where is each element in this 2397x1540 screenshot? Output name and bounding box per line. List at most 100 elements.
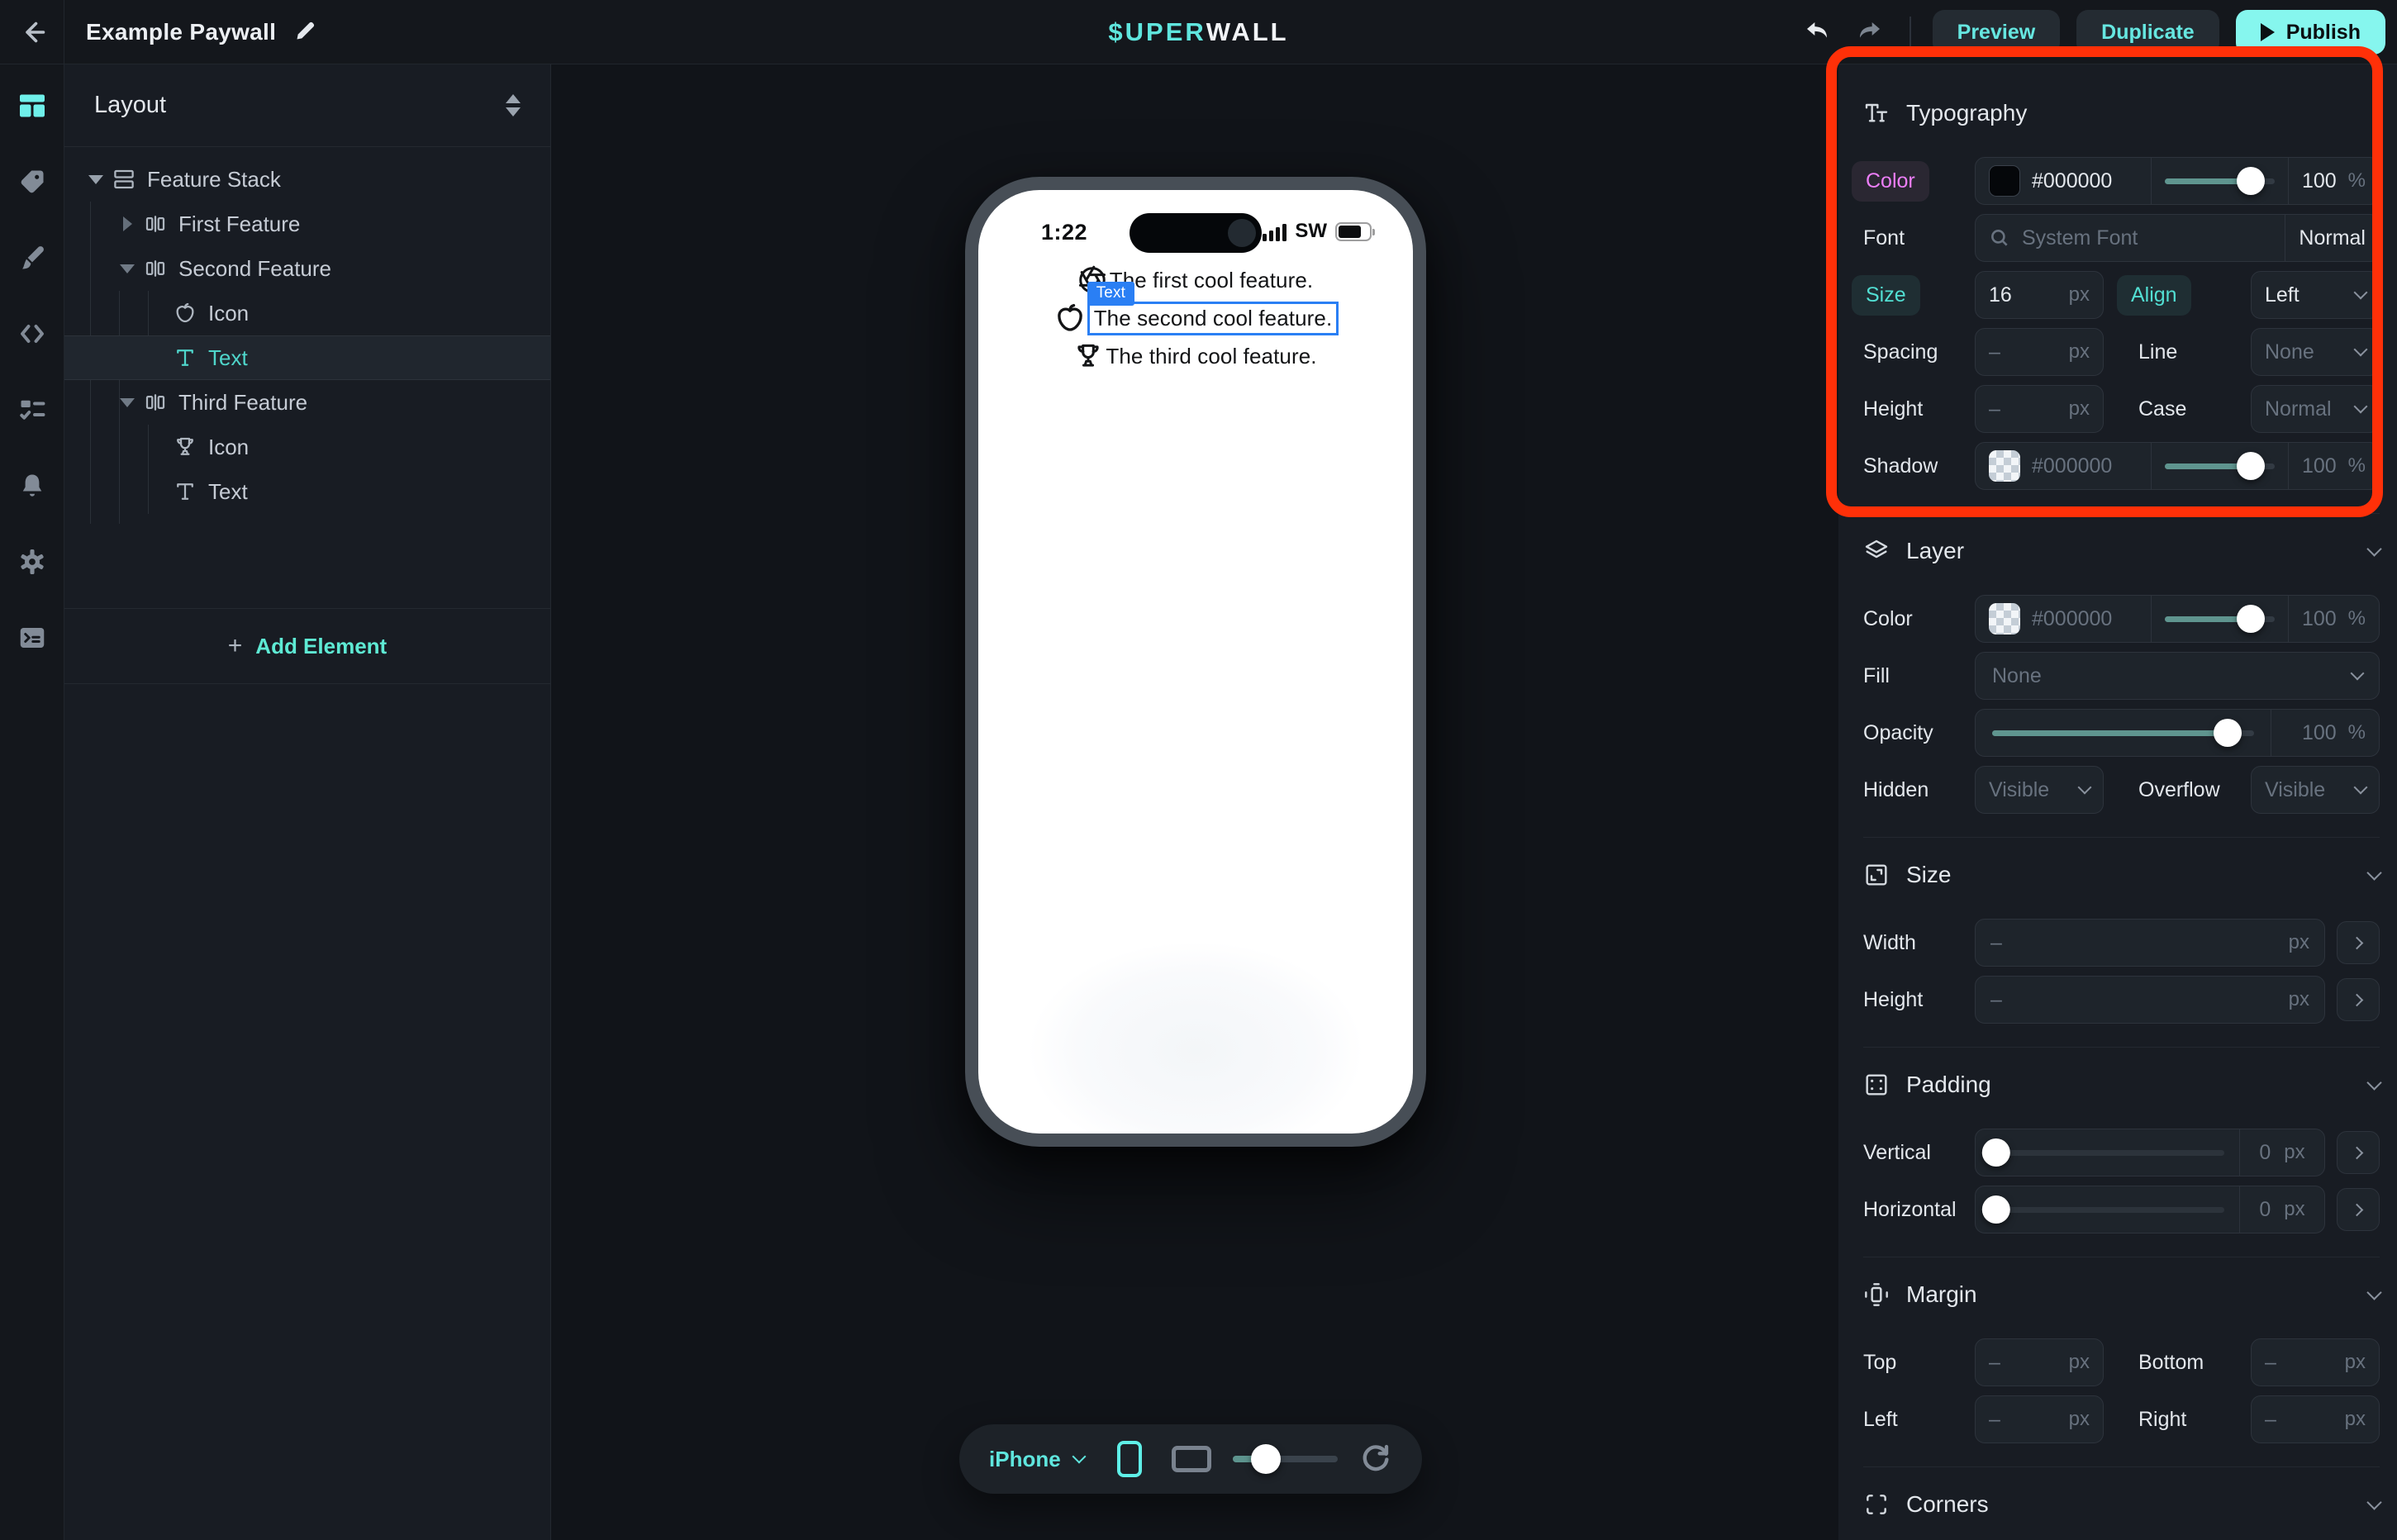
caret-down-icon[interactable] [114,398,140,407]
typography-header[interactable]: Typography [1863,88,2380,139]
shadow-opacity-slider[interactable] [2165,463,2275,469]
duplicate-button[interactable]: Duplicate [2076,10,2219,55]
spacing-input[interactable]: px [1975,328,2104,376]
horizontal-padding-slider[interactable] [1990,1207,2224,1213]
caret-down-icon[interactable] [114,264,140,273]
width-input[interactable]: px [1975,919,2325,967]
color-opacity-slider[interactable] [2165,178,2275,184]
color-swatch[interactable] [1989,165,2020,197]
size-header[interactable]: Size [1863,849,2380,901]
hidden-select[interactable]: Visible [1975,766,2104,814]
caret-right-icon[interactable] [114,216,140,231]
color-hex-field[interactable]: #000000 [1976,158,2151,204]
tree-item-feature-stack[interactable]: Feature Stack [64,157,550,202]
rail-item-console[interactable] [16,623,49,653]
tree-item-text-2-selected[interactable]: Text [64,335,550,380]
rail-item-theme[interactable] [16,243,49,273]
font-weight-select[interactable]: Normal [2285,215,2379,261]
caret-down-icon[interactable] [83,175,109,184]
add-element-button[interactable]: + Add Element [64,608,550,684]
align-select[interactable]: Left [2251,271,2380,319]
margin-right-input[interactable]: px [2251,1395,2380,1443]
landscape-toggle[interactable] [1172,1446,1211,1472]
rail-item-checklist[interactable] [16,395,49,425]
margin-top-input[interactable]: px [1975,1338,2104,1386]
selection-outline[interactable]: Text The second cool feature. [1087,302,1339,335]
opacity-value[interactable]: 100 [2302,454,2337,478]
tree-item-icon-3[interactable]: Icon [64,425,550,469]
tree-item-text-3[interactable]: Text [64,469,550,514]
margin-top-value[interactable] [1989,1351,2047,1375]
shadow-hex-field[interactable]: #000000 [1976,443,2151,489]
size-label-chip[interactable]: Size [1852,275,1920,316]
margin-bottom-value[interactable] [2265,1351,2323,1375]
spacing-value-input[interactable] [1989,340,2047,364]
font-search-input[interactable] [2022,226,2271,250]
layer-header[interactable]: Layer [1863,525,2380,577]
fill-select[interactable]: None [1975,652,2380,700]
sort-icon[interactable] [506,94,521,116]
line-height-input[interactable]: px [1975,385,2104,433]
width-value-input[interactable] [1990,931,2289,955]
margin-left-value[interactable] [1989,1408,2047,1432]
zoom-slider[interactable] [1233,1456,1338,1462]
back-button[interactable] [0,0,64,64]
rail-item-layout[interactable] [16,91,49,121]
chevron-down-icon[interactable] [2366,1285,2381,1300]
tree-item-second-feature[interactable]: Second Feature [64,246,550,291]
refresh-button[interactable] [1359,1441,1392,1478]
horizontal-expand-button[interactable] [2337,1188,2380,1231]
margin-right-value[interactable] [2265,1408,2323,1432]
chevron-down-icon[interactable] [2366,541,2381,556]
edit-title-button[interactable] [294,19,317,46]
shadow-swatch[interactable] [1989,450,2020,482]
layer-color-opacity-slider[interactable] [2165,616,2275,622]
feature-row-3[interactable]: The third cool feature. [1072,337,1318,375]
padding-value[interactable]: 0 [2259,1141,2271,1165]
corners-header[interactable]: Corners [1863,1479,2380,1530]
rail-item-notifications[interactable] [16,471,49,501]
opacity-value[interactable]: 100 [2302,169,2337,193]
size-value-input[interactable] [1989,283,2047,307]
rail-item-settings[interactable] [16,547,49,577]
chevron-down-icon[interactable] [2366,1075,2381,1090]
hex-value[interactable]: #000000 [2032,169,2112,193]
align-label-chip[interactable]: Align [2117,275,2191,316]
margin-left-input[interactable]: px [1975,1395,2104,1443]
width-expand-button[interactable] [2337,921,2380,964]
portrait-toggle[interactable] [1117,1441,1142,1477]
case-select[interactable]: Normal [2251,385,2380,433]
chevron-down-icon[interactable] [2366,1495,2381,1509]
rail-item-products[interactable] [16,167,49,197]
tree-item-icon-2[interactable]: Icon [64,291,550,335]
tree-item-third-feature[interactable]: Third Feature [64,380,550,425]
font-search-field[interactable] [1976,215,2285,261]
line-select[interactable]: None [2251,328,2380,376]
vertical-padding-slider[interactable] [1990,1150,2224,1156]
height-value-input[interactable] [1990,988,2289,1012]
margin-bottom-input[interactable]: px [2251,1338,2380,1386]
layer-color-swatch[interactable] [1989,603,2020,635]
padding-value[interactable]: 0 [2259,1198,2271,1222]
height-expand-button[interactable] [2337,978,2380,1021]
overflow-select[interactable]: Visible [2251,766,2380,814]
hex-value[interactable]: #000000 [2032,454,2112,478]
device-select[interactable]: iPhone [989,1447,1084,1472]
opacity-value[interactable]: 100 [2302,607,2337,631]
hex-value[interactable]: #000000 [2032,607,2112,631]
feature-row-2-selected[interactable]: Text The second cool feature. [1053,299,1339,337]
zoom-slider-knob[interactable] [1251,1444,1281,1474]
opacity-value[interactable]: 100 [2302,721,2337,745]
redo-button[interactable] [1852,14,1888,50]
vertical-expand-button[interactable] [2337,1131,2380,1174]
padding-header[interactable]: Padding [1863,1059,2380,1110]
layer-hex-field[interactable]: #000000 [1976,596,2151,642]
font-size-input[interactable]: px [1975,271,2104,319]
height-value-input[interactable] [1989,397,2047,421]
undo-button[interactable] [1799,14,1835,50]
color-label-chip[interactable]: Color [1852,161,1929,202]
margin-header[interactable]: Margin [1863,1269,2380,1320]
height-input[interactable]: px [1975,976,2325,1024]
publish-button[interactable]: Publish [2236,10,2385,55]
rail-item-code[interactable] [16,319,49,349]
